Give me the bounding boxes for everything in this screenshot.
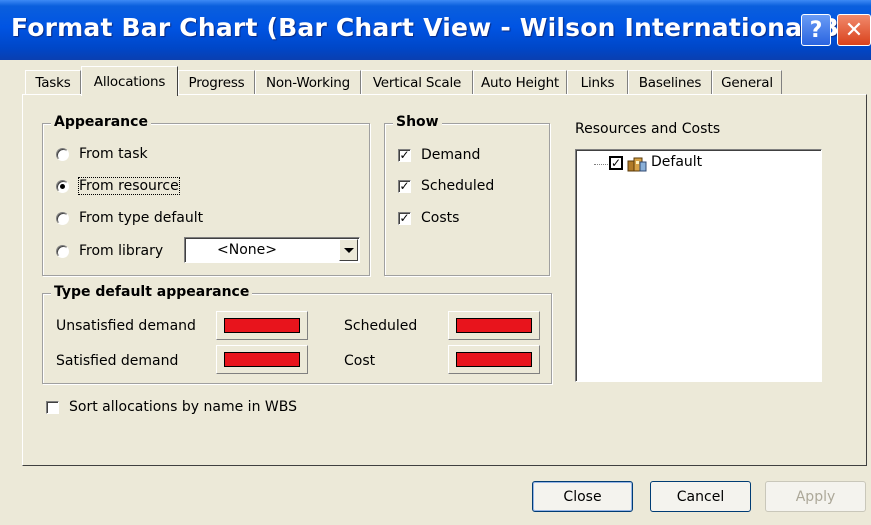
resources-title: Resources and Costs bbox=[575, 121, 721, 137]
tree-connector bbox=[594, 164, 610, 165]
checkbox-scheduled[interactable]: ✓ bbox=[398, 180, 411, 193]
radio-from-resource[interactable] bbox=[56, 180, 69, 193]
window-close-button[interactable]: ✕ bbox=[837, 14, 871, 46]
radio-from-type-default[interactable] bbox=[56, 212, 69, 225]
help-button[interactable]: ? bbox=[801, 14, 831, 46]
tab-vertical-scale[interactable]: Vertical Scale bbox=[361, 70, 473, 94]
label-from-type-default[interactable]: From type default bbox=[79, 210, 203, 226]
close-icon: ✕ bbox=[844, 17, 864, 43]
tree-item-default[interactable]: Default bbox=[651, 154, 702, 170]
resources-tree[interactable]: ✓ Default bbox=[575, 149, 822, 382]
color-fill bbox=[224, 318, 300, 333]
tree-checkbox-default[interactable]: ✓ bbox=[609, 156, 623, 170]
library-select-value: <None> bbox=[217, 242, 277, 258]
color-fill bbox=[456, 318, 532, 333]
color-fill bbox=[456, 352, 532, 367]
resource-group-icon bbox=[627, 157, 647, 172]
tab-auto-height[interactable]: Auto Height bbox=[473, 70, 567, 94]
color-fill bbox=[224, 352, 300, 367]
checkbox-sort-by-name[interactable] bbox=[46, 401, 59, 414]
tab-tasks[interactable]: Tasks bbox=[25, 70, 81, 94]
radio-from-library[interactable] bbox=[56, 245, 69, 258]
tab-non-working[interactable]: Non-Working bbox=[255, 70, 361, 94]
label-from-task[interactable]: From task bbox=[79, 146, 148, 162]
tab-baselines[interactable]: Baselines bbox=[628, 70, 712, 94]
swatch-scheduled[interactable] bbox=[448, 311, 540, 340]
label-cost: Cost bbox=[344, 353, 376, 369]
tab-links[interactable]: Links bbox=[567, 70, 628, 94]
apply-button[interactable]: Apply bbox=[765, 481, 866, 512]
title-bar[interactable]: Format Bar Chart (Bar Chart View - Wilso… bbox=[0, 0, 871, 60]
radio-from-task[interactable] bbox=[56, 148, 69, 161]
swatch-cost[interactable] bbox=[448, 345, 540, 374]
cancel-button[interactable]: Cancel bbox=[650, 481, 751, 512]
label-scheduled[interactable]: Scheduled bbox=[421, 178, 494, 194]
window-title: Format Bar Chart (Bar Chart View - Wilso… bbox=[11, 13, 869, 42]
tab-progress[interactable]: Progress bbox=[178, 70, 255, 94]
label-from-library[interactable]: From library bbox=[79, 243, 163, 259]
type-default-group-title: Type default appearance bbox=[51, 284, 253, 300]
label-from-resource[interactable]: From resource bbox=[78, 177, 180, 195]
help-icon: ? bbox=[809, 17, 823, 43]
show-group: Show bbox=[384, 114, 550, 276]
label-demand[interactable]: Demand bbox=[421, 147, 480, 163]
label-unsatisfied-demand: Unsatisfied demand bbox=[56, 318, 196, 334]
close-button[interactable]: Close bbox=[532, 481, 633, 512]
label-costs[interactable]: Costs bbox=[421, 210, 459, 226]
checkbox-demand[interactable]: ✓ bbox=[398, 149, 411, 162]
label-sort-by-name[interactable]: Sort allocations by name in WBS bbox=[69, 399, 297, 415]
label-satisfied-demand: Satisfied demand bbox=[56, 353, 179, 369]
swatch-unsatisfied-demand[interactable] bbox=[216, 311, 308, 340]
swatch-satisfied-demand[interactable] bbox=[216, 345, 308, 374]
tab-allocations[interactable]: Allocations bbox=[81, 66, 178, 96]
label-scheduled-color: Scheduled bbox=[344, 318, 418, 334]
chevron-down-icon[interactable] bbox=[339, 239, 358, 261]
library-select[interactable]: <None> bbox=[184, 237, 360, 263]
appearance-group-title: Appearance bbox=[51, 114, 151, 130]
checkbox-costs[interactable]: ✓ bbox=[398, 212, 411, 225]
show-group-title: Show bbox=[393, 114, 442, 130]
tab-general[interactable]: General bbox=[712, 70, 782, 94]
